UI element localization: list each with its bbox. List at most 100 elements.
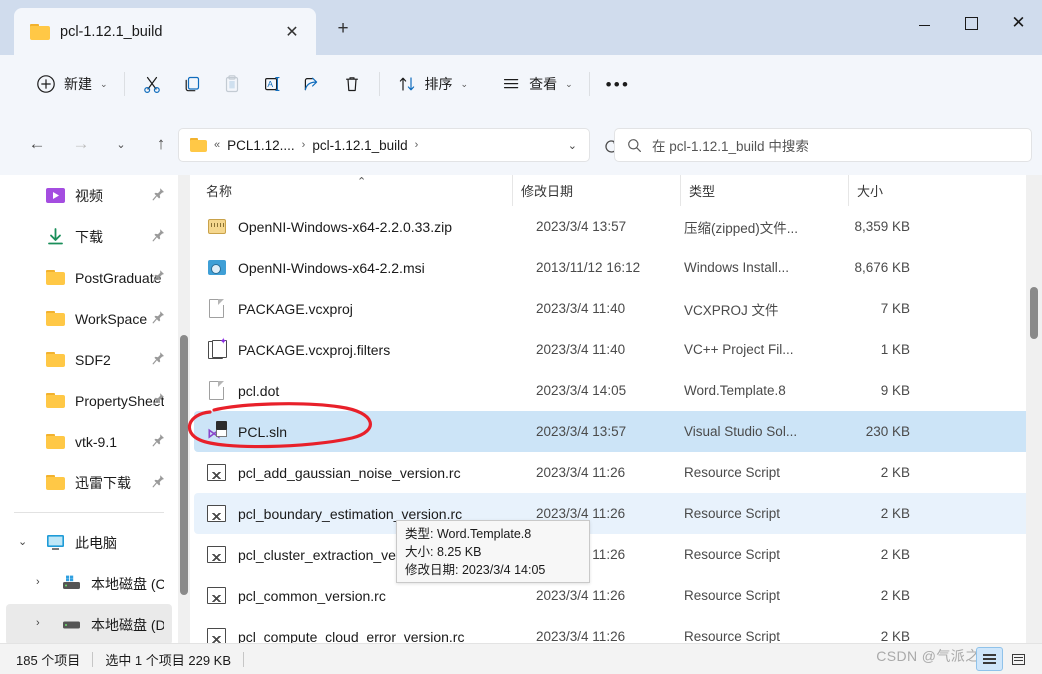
table-row[interactable]: pcl.dot2023/3/4 14:05Word.Template.89 KB: [194, 370, 1036, 411]
sidebar-item-label: WorkSpace: [75, 311, 147, 327]
file-date: 2023/3/4 13:57: [536, 424, 684, 439]
pin-icon[interactable]: [152, 187, 166, 203]
tree-chevron-icon[interactable]: ⌄: [18, 535, 27, 548]
pin-icon[interactable]: [152, 310, 166, 326]
cut-button[interactable]: [132, 67, 172, 101]
msi-icon: [206, 257, 228, 279]
forward-button[interactable]: →: [66, 129, 96, 159]
column-header-name-label: 名称: [206, 181, 232, 200]
table-row[interactable]: pcl_common_version.rc2023/3/4 11:26Resou…: [194, 575, 1036, 616]
copy-icon: [181, 73, 203, 95]
sidebar-item-4[interactable]: SDF2: [6, 339, 172, 380]
chevron-down-icon: ⌄: [565, 79, 573, 90]
sidebar-item-label: 下载: [75, 227, 103, 247]
table-row[interactable]: PACKAGE.vcxproj2023/3/4 11:40VCXPROJ 文件7…: [194, 288, 1036, 329]
file-type: Resource Script: [684, 465, 834, 480]
sidebar-item-6[interactable]: vtk-9.1: [6, 421, 172, 462]
column-header-name[interactable]: 名称 ⌃: [192, 175, 512, 206]
sidebar-divider: [14, 512, 164, 513]
pin-icon[interactable]: [152, 474, 166, 490]
sidebar-tree-item-1[interactable]: ›本地磁盘 (C:): [6, 563, 172, 604]
table-row[interactable]: PACKAGE.vcxproj.filters2023/3/4 11:40VC+…: [194, 329, 1036, 370]
sidebar-item-label: 视频: [75, 186, 103, 206]
table-row[interactable]: OpenNI-Windows-x64-2.2.0.33.zip2023/3/4 …: [194, 206, 1036, 247]
svg-text:A: A: [267, 79, 273, 89]
sidebar-item-7[interactable]: 迅雷下载: [6, 462, 172, 503]
delete-button[interactable]: [332, 67, 372, 101]
close-window-button[interactable]: ✕: [995, 0, 1042, 46]
table-row[interactable]: OpenNI-Windows-x64-2.2.msi2013/11/12 16:…: [194, 247, 1036, 288]
pin-icon[interactable]: [152, 433, 166, 449]
breadcrumb-item-2[interactable]: pcl-1.12.1_build: [312, 138, 407, 153]
more-options-button[interactable]: •••: [597, 67, 639, 101]
tree-chevron-icon[interactable]: ›: [36, 576, 40, 588]
file-type: Visual Studio Sol...: [684, 424, 834, 439]
file-date: 2023/3/4 11:26: [536, 588, 684, 603]
maximize-button[interactable]: [948, 0, 995, 46]
sidebar-tree-label: 此电脑: [75, 533, 117, 553]
sidebar-item-3[interactable]: WorkSpace: [6, 298, 172, 339]
paste-button[interactable]: [212, 67, 252, 101]
copy-button[interactable]: [172, 67, 212, 101]
rename-button[interactable]: A: [252, 67, 292, 101]
video-icon: [46, 187, 66, 205]
sidebar-item-0[interactable]: 视频: [6, 175, 172, 216]
sidebar-item-1[interactable]: 下载: [6, 216, 172, 257]
view-button[interactable]: 查看 ⌄: [491, 67, 582, 101]
recent-locations-button[interactable]: ⌄: [106, 129, 136, 159]
column-header-type[interactable]: 类型: [680, 175, 848, 206]
new-button[interactable]: 新建 ⌄: [26, 67, 117, 101]
minimize-button[interactable]: [901, 0, 948, 46]
solution-icon: ⋈: [206, 421, 228, 443]
share-button[interactable]: [292, 67, 332, 101]
file-date: 2023/3/4 13:57: [536, 219, 684, 234]
table-row[interactable]: pcl_cluster_extraction_version.rc2023/3/…: [194, 534, 1036, 575]
breadcrumb-item-1[interactable]: PCL1.12....: [227, 138, 295, 153]
details-view-button[interactable]: [1005, 647, 1032, 671]
chevron-down-icon: ⌄: [100, 79, 108, 90]
pin-icon[interactable]: [152, 269, 166, 285]
column-header-size[interactable]: 大小: [848, 175, 958, 206]
address-bar[interactable]: « PCL1.12.... › pcl-1.12.1_build › ⌄: [178, 128, 590, 162]
rc-icon: [206, 544, 228, 566]
table-row[interactable]: pcl_boundary_estimation_version.rc2023/3…: [194, 493, 1036, 534]
table-row[interactable]: pcl_compute_cloud_error_version.rc2023/3…: [194, 616, 1036, 643]
sidebar-item-2[interactable]: PostGraduate: [6, 257, 172, 298]
close-tab-icon[interactable]: ✕: [280, 20, 304, 44]
file-name: pcl.dot: [238, 383, 536, 399]
pin-icon[interactable]: [152, 351, 166, 367]
file-tooltip: 类型: Word.Template.8 大小: 8.25 KB 修改日期: 20…: [396, 520, 590, 583]
search-input[interactable]: 在 pcl-1.12.1_build 中搜索: [614, 128, 1032, 162]
back-button[interactable]: ←: [22, 129, 52, 159]
column-header-date[interactable]: 修改日期: [512, 175, 680, 206]
sidebar-scrollbar-thumb[interactable]: [180, 335, 188, 595]
up-button[interactable]: ↑: [146, 129, 176, 159]
column-header-date-label: 修改日期: [521, 181, 573, 200]
new-tab-button[interactable]: +: [330, 16, 356, 42]
command-toolbar: 新建 ⌄ A: [0, 55, 1042, 113]
pin-icon[interactable]: [152, 392, 166, 408]
address-chevron-down-icon[interactable]: ⌄: [568, 139, 581, 152]
column-header-size-label: 大小: [857, 181, 883, 200]
sidebar-tree-item-0[interactable]: ⌄ 此电脑: [6, 522, 172, 563]
file-explorer-window: pcl-1.12.1_build ✕ + ✕ 新建 ⌄: [0, 0, 1042, 674]
breadcrumb-overflow[interactable]: «: [212, 139, 222, 151]
pin-icon[interactable]: [152, 228, 166, 244]
tree-chevron-icon[interactable]: ›: [36, 617, 40, 629]
file-type: Resource Script: [684, 629, 834, 643]
file-list-scrollbar[interactable]: [1026, 175, 1042, 643]
table-row[interactable]: pcl_add_gaussian_noise_version.rc2023/3/…: [194, 452, 1036, 493]
sidebar-scrollbar[interactable]: [178, 175, 190, 643]
view-mode-buttons: [976, 647, 1032, 671]
tab-pcl-build[interactable]: pcl-1.12.1_build ✕: [14, 8, 316, 55]
folder-icon: [46, 269, 66, 287]
list-view-button[interactable]: [976, 647, 1003, 671]
table-row[interactable]: ⋈PCL.sln2023/3/4 13:57Visual Studio Sol.…: [194, 411, 1036, 452]
view-lines-icon: [500, 73, 522, 95]
sidebar-item-5[interactable]: PropertySheets: [6, 380, 172, 421]
sort-button[interactable]: 排序 ⌄: [387, 67, 478, 101]
sort-ascending-icon: ⌃: [357, 175, 366, 188]
sidebar-tree-item-2[interactable]: ›本地磁盘 (D:): [6, 604, 172, 643]
file-list-scrollbar-thumb[interactable]: [1030, 287, 1038, 339]
file-size: 9 KB: [834, 383, 910, 398]
